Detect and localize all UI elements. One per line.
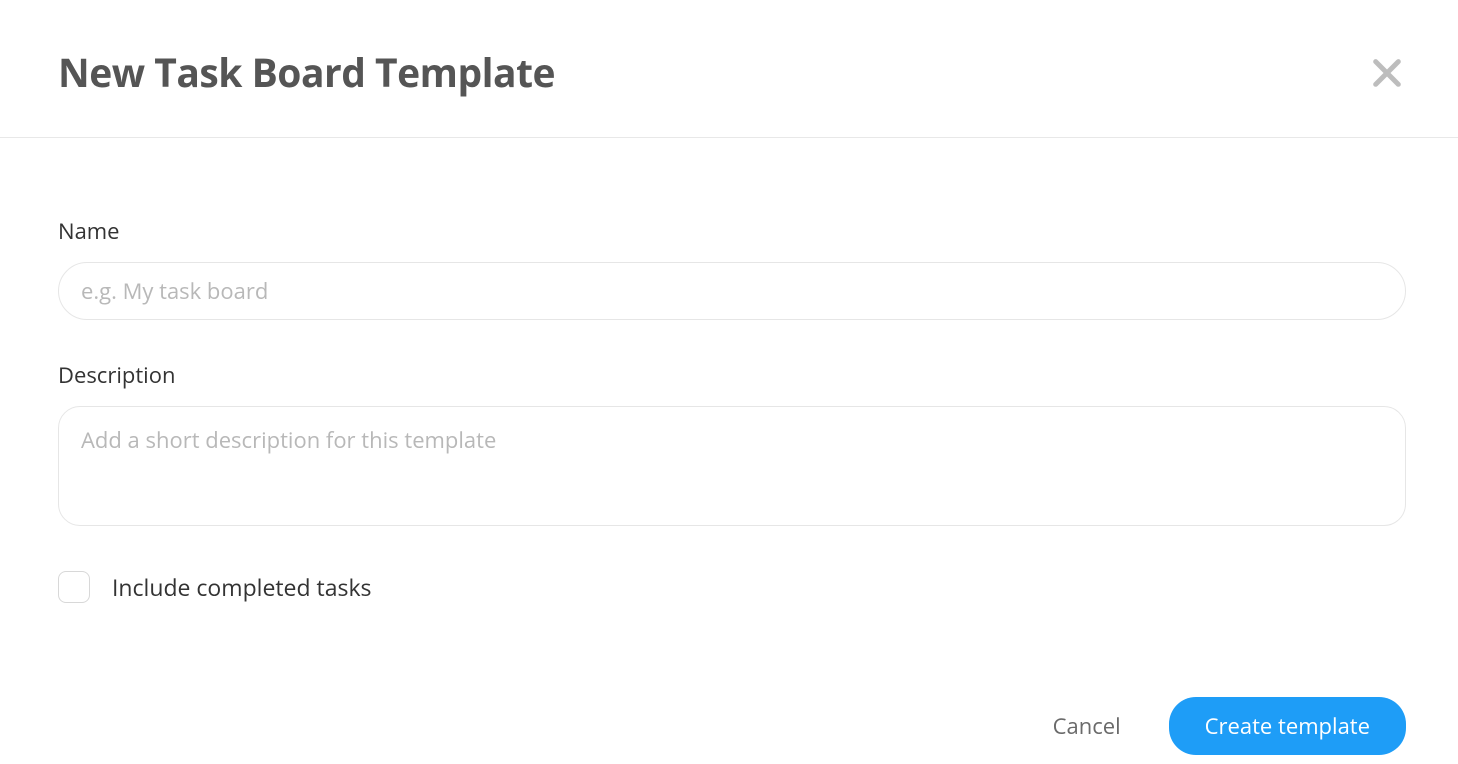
description-label: Description	[58, 360, 1406, 390]
include-completed-checkbox[interactable]	[58, 571, 90, 603]
modal-title: New Task Board Template	[58, 46, 555, 99]
close-icon	[1370, 56, 1404, 90]
cancel-button[interactable]: Cancel	[1043, 699, 1131, 753]
modal-header: New Task Board Template	[0, 0, 1458, 138]
modal-footer: Cancel Create template	[0, 697, 1458, 755]
include-completed-group: Include completed tasks	[58, 571, 1406, 603]
description-input[interactable]	[58, 406, 1406, 526]
include-completed-label[interactable]: Include completed tasks	[112, 571, 372, 603]
modal-body: Name Description Include completed tasks	[0, 138, 1458, 603]
name-label: Name	[58, 216, 1406, 246]
name-field-group: Name	[58, 216, 1406, 320]
create-template-button[interactable]: Create template	[1169, 697, 1406, 755]
name-input[interactable]	[58, 262, 1406, 320]
description-field-group: Description	[58, 360, 1406, 531]
close-button[interactable]	[1364, 50, 1410, 96]
new-task-board-template-modal: New Task Board Template Name Description…	[0, 0, 1458, 764]
